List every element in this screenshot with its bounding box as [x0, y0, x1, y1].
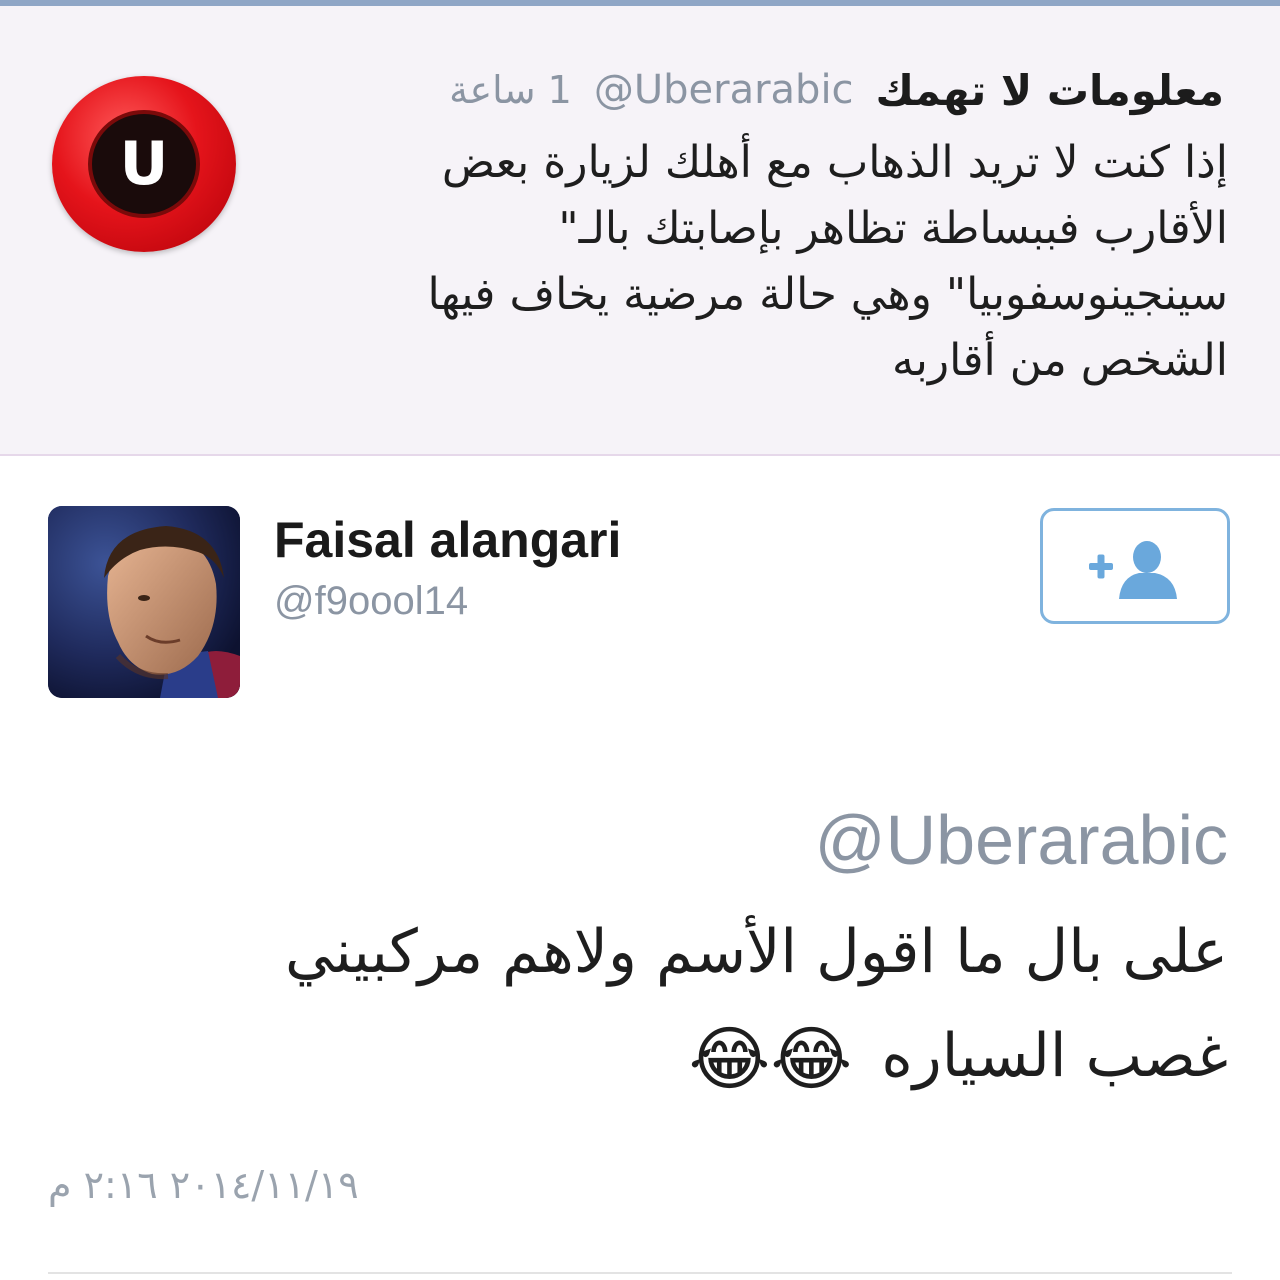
reply-tweet-line: على بال ما اقول الأسم ولاهم مركبيني [284, 917, 1228, 987]
quoted-tweet-body: إذا كنت لا تريد الذهاب مع أهلك لزيارة بع… [308, 130, 1228, 394]
tweet-screenshot: U معلومات لا تهمك @Uberarabic 1 ساعة إذا… [0, 0, 1280, 1280]
avatar-logo-letter: U [119, 129, 169, 199]
reply-tweet-line-2: غصب السياره 😂😂 [128, 1004, 1228, 1111]
quoted-tweet[interactable]: U معلومات لا تهمك @Uberarabic 1 ساعة إذا… [0, 6, 1280, 456]
avatar-logo-ring: U [88, 110, 200, 218]
reply-tweet-body: على بال ما اقول الأسم ولاهم مركبيني غصب … [128, 900, 1228, 1111]
follow-button[interactable] [1040, 508, 1230, 624]
bottom-divider [48, 1272, 1232, 1274]
quoted-tweet-avatar[interactable]: U [52, 76, 236, 252]
tears-of-joy-emoji: 😂😂 [688, 1018, 853, 1101]
quoted-tweet-line: إذا كنت لا تريد الذهاب مع أهلك لزيارة بع… [441, 137, 1228, 188]
add-user-icon [1089, 541, 1177, 599]
author-portrait-image [48, 506, 240, 698]
author-avatar[interactable] [48, 506, 240, 698]
author-display-name[interactable]: Faisal alangari [274, 510, 621, 570]
quoted-tweet-line: الشخص من أقاربه [892, 335, 1228, 386]
quoted-tweet-display-name[interactable]: معلومات لا تهمك [876, 66, 1224, 115]
quoted-tweet-handle[interactable]: @Uberarabic [594, 67, 854, 113]
quoted-tweet-header: معلومات لا تهمك @Uberarabic 1 ساعة [264, 62, 1224, 118]
reply-tweet-line-text: غصب السياره [881, 1021, 1228, 1091]
quoted-tweet-time[interactable]: 1 ساعة [449, 68, 572, 112]
tweet-timestamp[interactable]: ٢٠١٤/١١/١٩ ٢:١٦ م [48, 1160, 359, 1210]
quoted-tweet-line: سينجينوسفوبيا" وهي حالة مرضية يخاف فيها [427, 269, 1228, 320]
quoted-tweet-line: الأقارب فببساطة تظاهر بإصابتك بالـ" [558, 203, 1228, 254]
reply-mention-link[interactable]: @Uberarabic [815, 800, 1228, 880]
author-handle[interactable]: @f9oool14 [274, 576, 468, 626]
